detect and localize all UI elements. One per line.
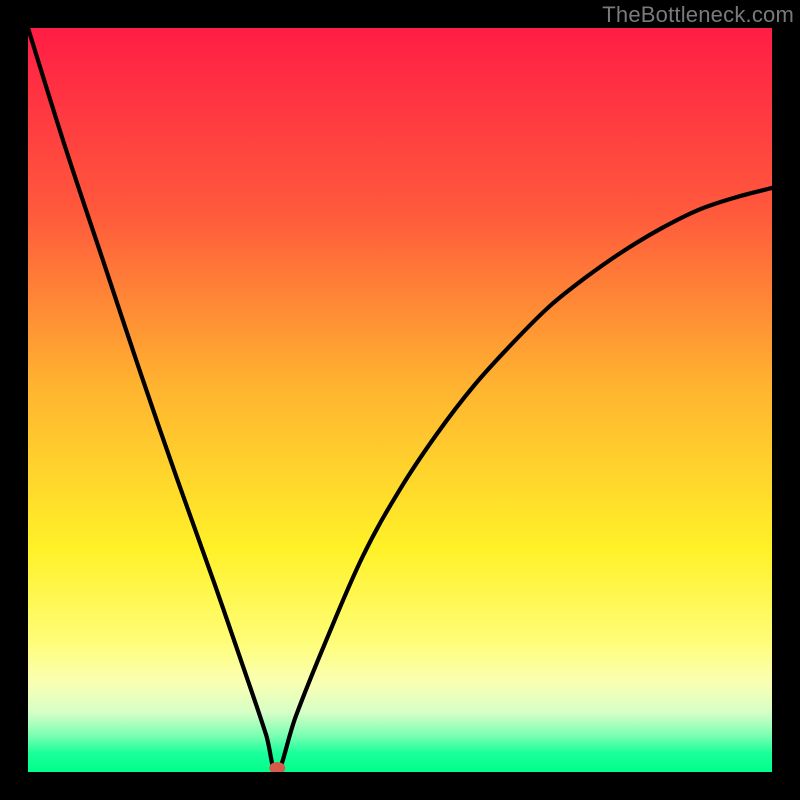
curve-path	[28, 28, 772, 772]
watermark-text: TheBottleneck.com	[602, 2, 794, 28]
chart-outer-frame: TheBottleneck.com	[0, 0, 800, 800]
chart-plot-area	[28, 28, 772, 772]
bottleneck-curve	[28, 28, 772, 772]
